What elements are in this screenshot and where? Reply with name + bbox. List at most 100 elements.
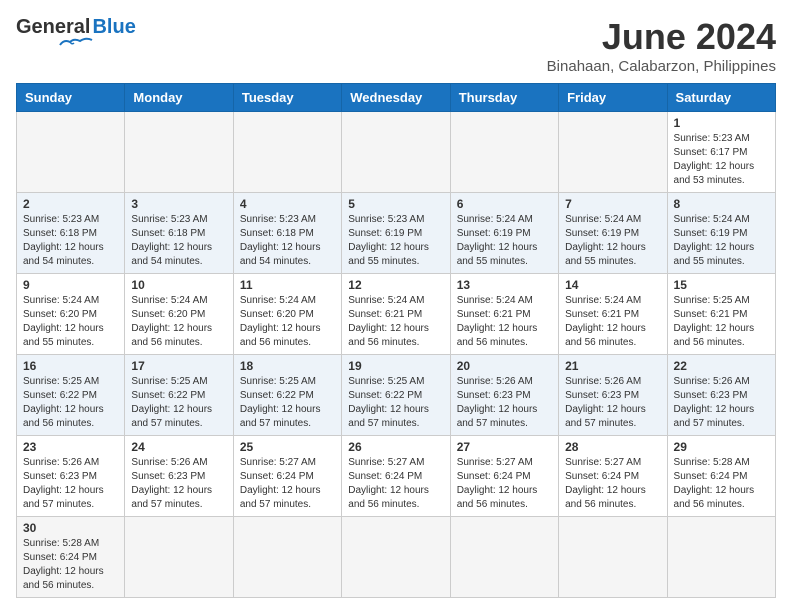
calendar-cell: 29 Sunrise: 5:28 AM Sunset: 6:24 PM Dayli… (667, 436, 775, 517)
calendar-cell: 28 Sunrise: 5:27 AM Sunset: 6:24 PM Dayli… (559, 436, 667, 517)
calendar-cell: 16Sunrise: 5:25 AM Sunset: 6:22 PM Dayli… (17, 355, 125, 436)
day-info: Sunrise: 5:28 AM Sunset: 6:24 PM Dayligh… (674, 456, 769, 512)
day-number: 15 (674, 278, 769, 292)
day-number: 3 (131, 197, 226, 211)
day-of-week-header: Sunday (17, 84, 125, 112)
logo: General Blue (16, 16, 136, 53)
calendar-week-row: 23 Sunrise: 5:26 AM Sunset: 6:23 PM Dayli… (17, 436, 776, 517)
calendar-cell: 2Sunrise: 5:23 AM Sunset: 6:18 PM Daylig… (17, 193, 125, 274)
calendar-cell: 20 Sunrise: 5:26 AM Sunset: 6:23 PM Dayli… (450, 355, 558, 436)
day-info: Sunrise: 5:24 AM Sunset: 6:19 PM Dayligh… (457, 213, 552, 269)
calendar-cell (450, 517, 558, 598)
day-info: Sunrise: 5:24 AM Sunset: 6:19 PM Dayligh… (565, 213, 660, 269)
day-info: Sunrise: 5:24 AM Sunset: 6:20 PM Dayligh… (131, 294, 226, 350)
calendar-cell: 7 Sunrise: 5:24 AM Sunset: 6:19 PM Daylig… (559, 193, 667, 274)
day-of-week-header: Tuesday (233, 84, 341, 112)
calendar-cell (233, 112, 341, 193)
calendar-cell: 18 Sunrise: 5:25 AM Sunset: 6:22 PM Dayli… (233, 355, 341, 436)
day-number: 5 (348, 197, 443, 211)
calendar-cell (559, 517, 667, 598)
calendar-cell: 5Sunrise: 5:23 AM Sunset: 6:19 PM Daylig… (342, 193, 450, 274)
day-number: 21 (565, 359, 660, 373)
calendar-cell: 17 Sunrise: 5:25 AM Sunset: 6:22 PM Dayli… (125, 355, 233, 436)
calendar-week-row: 30Sunrise: 5:28 AM Sunset: 6:24 PM Dayli… (17, 517, 776, 598)
day-info: Sunrise: 5:23 AM Sunset: 6:18 PM Dayligh… (240, 213, 335, 269)
logo-text-general: General (16, 16, 90, 39)
day-info: Sunrise: 5:23 AM Sunset: 6:18 PM Dayligh… (131, 213, 226, 269)
day-number: 14 (565, 278, 660, 292)
day-info: Sunrise: 5:24 AM Sunset: 6:20 PM Dayligh… (23, 294, 118, 350)
day-info: Sunrise: 5:26 AM Sunset: 6:23 PM Dayligh… (457, 375, 552, 431)
logo-bird-icon (58, 37, 94, 53)
calendar-cell: 6 Sunrise: 5:24 AM Sunset: 6:19 PM Daylig… (450, 193, 558, 274)
page-header: General Blue June 2024 Binahaan, Calabar… (16, 16, 776, 75)
day-number: 9 (23, 278, 118, 292)
day-number: 23 (23, 440, 118, 454)
day-number: 7 (565, 197, 660, 211)
day-info: Sunrise: 5:23 AM Sunset: 6:18 PM Dayligh… (23, 213, 118, 269)
calendar-cell (342, 112, 450, 193)
day-of-week-header: Wednesday (342, 84, 450, 112)
calendar-cell: 14 Sunrise: 5:24 AM Sunset: 6:21 PM Dayli… (559, 274, 667, 355)
calendar-cell (450, 112, 558, 193)
day-number: 22 (674, 359, 769, 373)
calendar-cell (17, 112, 125, 193)
day-info: Sunrise: 5:26 AM Sunset: 6:23 PM Dayligh… (131, 456, 226, 512)
calendar-cell: 22Sunrise: 5:26 AM Sunset: 6:23 PM Dayli… (667, 355, 775, 436)
day-info: Sunrise: 5:24 AM Sunset: 6:19 PM Dayligh… (674, 213, 769, 269)
logo-text-blue: Blue (92, 16, 135, 39)
calendar-cell: 10Sunrise: 5:24 AM Sunset: 6:20 PM Dayli… (125, 274, 233, 355)
day-number: 29 (674, 440, 769, 454)
day-of-week-header: Saturday (667, 84, 775, 112)
day-info: Sunrise: 5:25 AM Sunset: 6:22 PM Dayligh… (131, 375, 226, 431)
calendar-cell: 11 Sunrise: 5:24 AM Sunset: 6:20 PM Dayli… (233, 274, 341, 355)
day-info: Sunrise: 5:24 AM Sunset: 6:21 PM Dayligh… (457, 294, 552, 350)
day-number: 17 (131, 359, 226, 373)
calendar-cell (667, 517, 775, 598)
day-info: Sunrise: 5:24 AM Sunset: 6:21 PM Dayligh… (565, 294, 660, 350)
day-number: 26 (348, 440, 443, 454)
day-info: Sunrise: 5:27 AM Sunset: 6:24 PM Dayligh… (565, 456, 660, 512)
day-of-week-header: Monday (125, 84, 233, 112)
calendar-cell: 23 Sunrise: 5:26 AM Sunset: 6:23 PM Dayli… (17, 436, 125, 517)
day-info: Sunrise: 5:23 AM Sunset: 6:17 PM Dayligh… (674, 132, 769, 188)
calendar-cell: 1Sunrise: 5:23 AM Sunset: 6:17 PM Daylig… (667, 112, 775, 193)
day-number: 13 (457, 278, 552, 292)
day-number: 11 (240, 278, 335, 292)
day-number: 18 (240, 359, 335, 373)
day-info: Sunrise: 5:25 AM Sunset: 6:22 PM Dayligh… (240, 375, 335, 431)
day-number: 24 (131, 440, 226, 454)
day-number: 8 (674, 197, 769, 211)
day-number: 19 (348, 359, 443, 373)
calendar-cell (342, 517, 450, 598)
day-info: Sunrise: 5:25 AM Sunset: 6:22 PM Dayligh… (348, 375, 443, 431)
day-info: Sunrise: 5:27 AM Sunset: 6:24 PM Dayligh… (348, 456, 443, 512)
calendar-cell: 15 Sunrise: 5:25 AM Sunset: 6:21 PM Dayli… (667, 274, 775, 355)
calendar-week-row: 1Sunrise: 5:23 AM Sunset: 6:17 PM Daylig… (17, 112, 776, 193)
day-number: 4 (240, 197, 335, 211)
title-area: June 2024 Binahaan, Calabarzon, Philippi… (547, 16, 776, 75)
day-number: 16 (23, 359, 118, 373)
day-number: 20 (457, 359, 552, 373)
day-info: Sunrise: 5:25 AM Sunset: 6:21 PM Dayligh… (674, 294, 769, 350)
calendar-cell: 8 Sunrise: 5:24 AM Sunset: 6:19 PM Daylig… (667, 193, 775, 274)
calendar-cell: 21Sunrise: 5:26 AM Sunset: 6:23 PM Dayli… (559, 355, 667, 436)
calendar-cell (559, 112, 667, 193)
day-number: 28 (565, 440, 660, 454)
day-number: 6 (457, 197, 552, 211)
calendar-cell: 12Sunrise: 5:24 AM Sunset: 6:21 PM Dayli… (342, 274, 450, 355)
calendar-cell: 19 Sunrise: 5:25 AM Sunset: 6:22 PM Dayli… (342, 355, 450, 436)
day-info: Sunrise: 5:24 AM Sunset: 6:20 PM Dayligh… (240, 294, 335, 350)
calendar-cell: 9 Sunrise: 5:24 AM Sunset: 6:20 PM Daylig… (17, 274, 125, 355)
day-number: 25 (240, 440, 335, 454)
calendar-table: SundayMondayTuesdayWednesdayThursdayFrid… (16, 83, 776, 598)
day-of-week-header: Thursday (450, 84, 558, 112)
day-number: 12 (348, 278, 443, 292)
day-info: Sunrise: 5:26 AM Sunset: 6:23 PM Dayligh… (23, 456, 118, 512)
calendar-week-row: 9 Sunrise: 5:24 AM Sunset: 6:20 PM Daylig… (17, 274, 776, 355)
calendar-cell (233, 517, 341, 598)
calendar-cell: 27Sunrise: 5:27 AM Sunset: 6:24 PM Dayli… (450, 436, 558, 517)
calendar-cell (125, 517, 233, 598)
calendar-cell: 13 Sunrise: 5:24 AM Sunset: 6:21 PM Dayli… (450, 274, 558, 355)
calendar-header-row: SundayMondayTuesdayWednesdayThursdayFrid… (17, 84, 776, 112)
